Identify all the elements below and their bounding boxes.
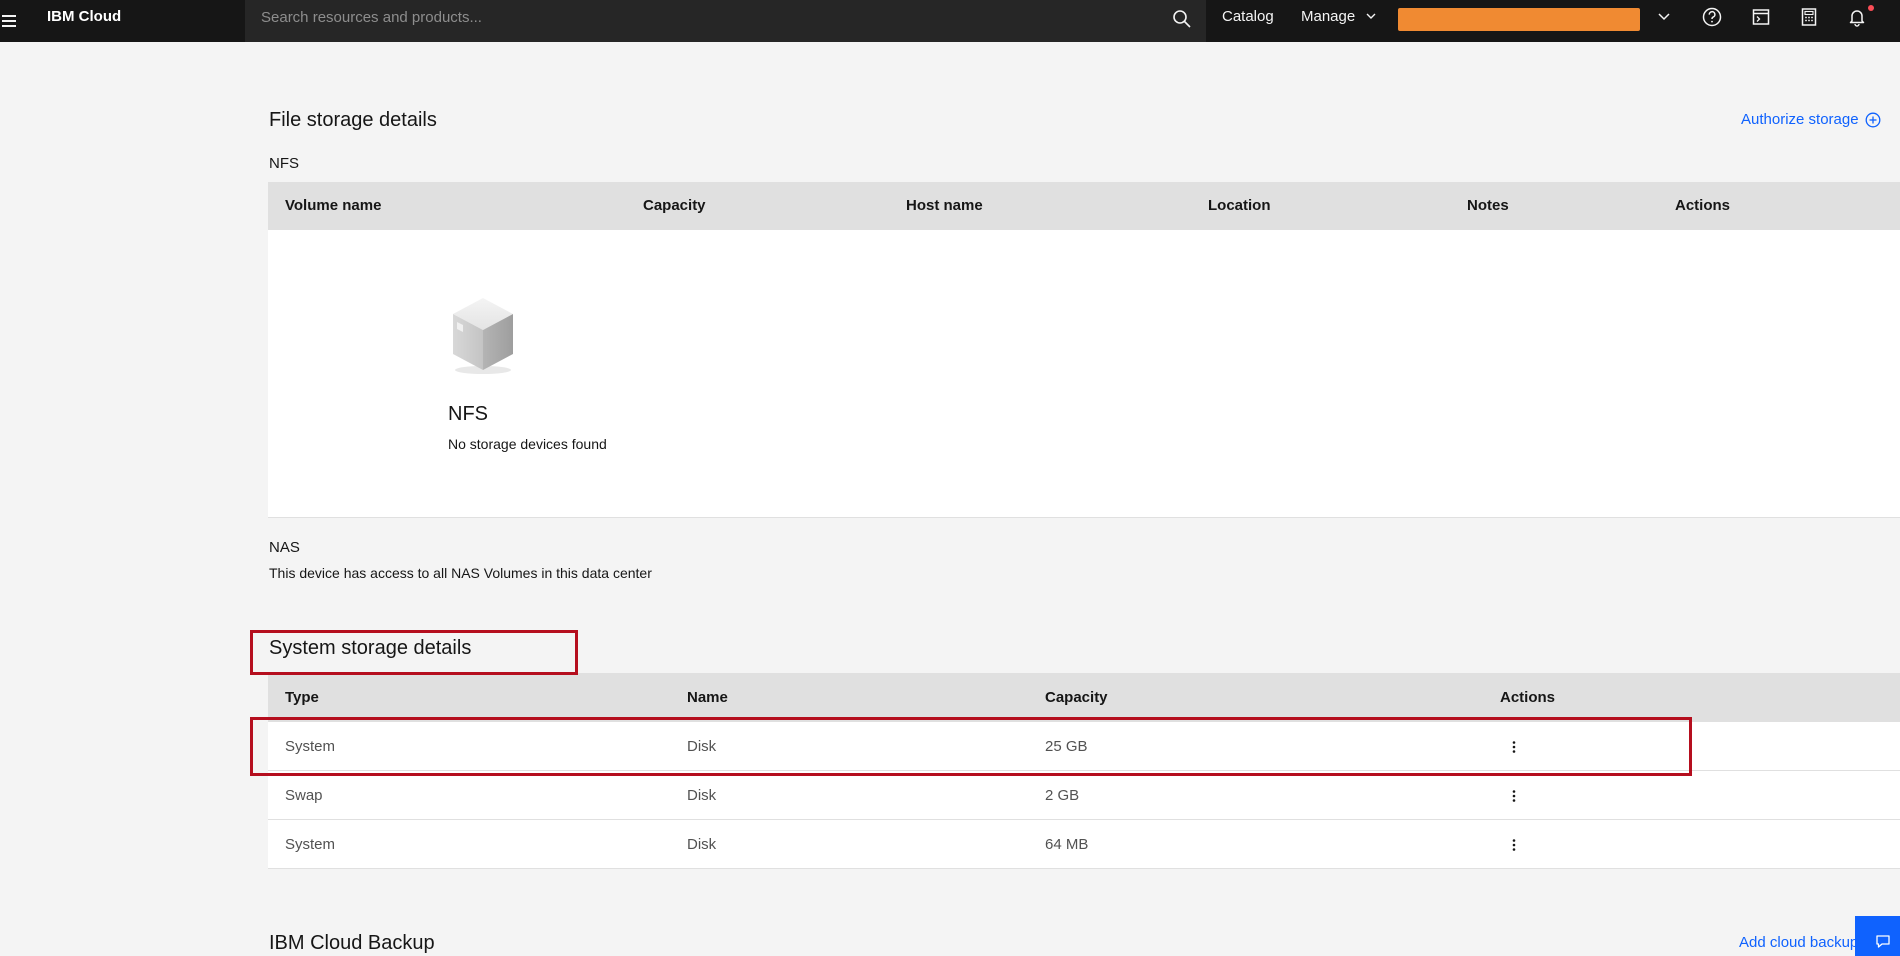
row-type: Swap <box>285 787 323 804</box>
row-name: Disk <box>687 787 717 804</box>
nfs-table-header: Volume name Capacity Host name Location … <box>268 182 1900 230</box>
column-name[interactable]: Name <box>687 673 728 722</box>
table-row: System Disk 64 MB <box>268 820 1900 869</box>
column-location[interactable]: Location <box>1208 182 1271 230</box>
help-icon[interactable] <box>1701 6 1723 28</box>
authorize-storage-label: Authorize storage <box>1741 111 1859 128</box>
notification-badge <box>1868 5 1874 11</box>
brand-logo[interactable]: IBM Cloud <box>47 0 121 36</box>
column-volume-name[interactable]: Volume name <box>285 182 381 230</box>
row-type: System <box>285 836 336 853</box>
column-actions: Actions <box>1675 197 1731 214</box>
catalog-link[interactable]: Catalog <box>1222 0 1274 36</box>
file-storage-title: File storage details <box>269 109 437 131</box>
table-row: System Disk 25 GB <box>268 722 1900 771</box>
manage-menu[interactable]: Manage <box>1301 0 1377 36</box>
add-cloud-backup-link[interactable]: Add cloud backup <box>1739 934 1858 951</box>
feedback-icon <box>1876 935 1890 948</box>
row-capacity: 25 GB <box>1045 738 1088 755</box>
column-capacity[interactable]: Capacity <box>1045 673 1108 722</box>
notification-icon[interactable] <box>1846 6 1868 28</box>
column-capacity[interactable]: Capacity <box>643 182 706 230</box>
menu-icon[interactable] <box>0 0 42 42</box>
nfs-empty-state: NFS No storage devices found <box>268 230 1900 518</box>
column-actions: Actions <box>1500 689 1556 706</box>
column-host-name[interactable]: Host name <box>906 182 983 230</box>
account-switcher[interactable] <box>1398 8 1640 31</box>
empty-box-illustration <box>453 298 513 374</box>
system-table-header: Type Name Capacity Actions <box>268 673 1900 722</box>
add-cloud-backup-label: Add cloud backup <box>1739 934 1859 951</box>
nfs-label: NFS <box>269 155 299 172</box>
overflow-menu-icon[interactable] <box>1506 788 1522 804</box>
nas-description: This device has access to all NAS Volume… <box>269 565 652 581</box>
column-type[interactable]: Type <box>285 673 319 722</box>
top-header: IBM Cloud Catalog Manage <box>0 0 1900 42</box>
row-capacity: 2 GB <box>1045 787 1080 804</box>
cloud-shell-icon[interactable] <box>1750 6 1772 28</box>
overflow-menu-icon[interactable] <box>1506 739 1522 755</box>
manage-label: Manage <box>1301 8 1356 25</box>
backup-title: IBM Cloud Backup <box>269 932 435 954</box>
authorize-storage-link[interactable]: Authorize storage <box>1741 111 1881 128</box>
empty-state-title: NFS <box>448 403 488 425</box>
search-bar <box>245 0 1206 42</box>
cost-estimator-icon[interactable] <box>1798 6 1820 28</box>
row-capacity: 64 MB <box>1045 836 1089 853</box>
row-name: Disk <box>687 836 717 853</box>
search-icon[interactable] <box>1172 9 1192 29</box>
overflow-menu-icon[interactable] <box>1506 837 1522 853</box>
nas-label: NAS <box>269 539 300 556</box>
column-notes[interactable]: Notes <box>1467 182 1509 230</box>
feedback-button[interactable] <box>1855 916 1900 956</box>
empty-state-description: No storage devices found <box>448 436 607 452</box>
table-row: Swap Disk 2 GB <box>268 771 1900 820</box>
system-storage-title: System storage details <box>269 637 472 659</box>
row-name: Disk <box>687 738 717 755</box>
row-type: System <box>285 738 336 755</box>
search-input[interactable] <box>245 0 1125 35</box>
account-chevron-icon[interactable] <box>1654 7 1674 27</box>
chevron-down-icon <box>1366 13 1376 19</box>
add-circle-icon <box>1865 112 1881 127</box>
